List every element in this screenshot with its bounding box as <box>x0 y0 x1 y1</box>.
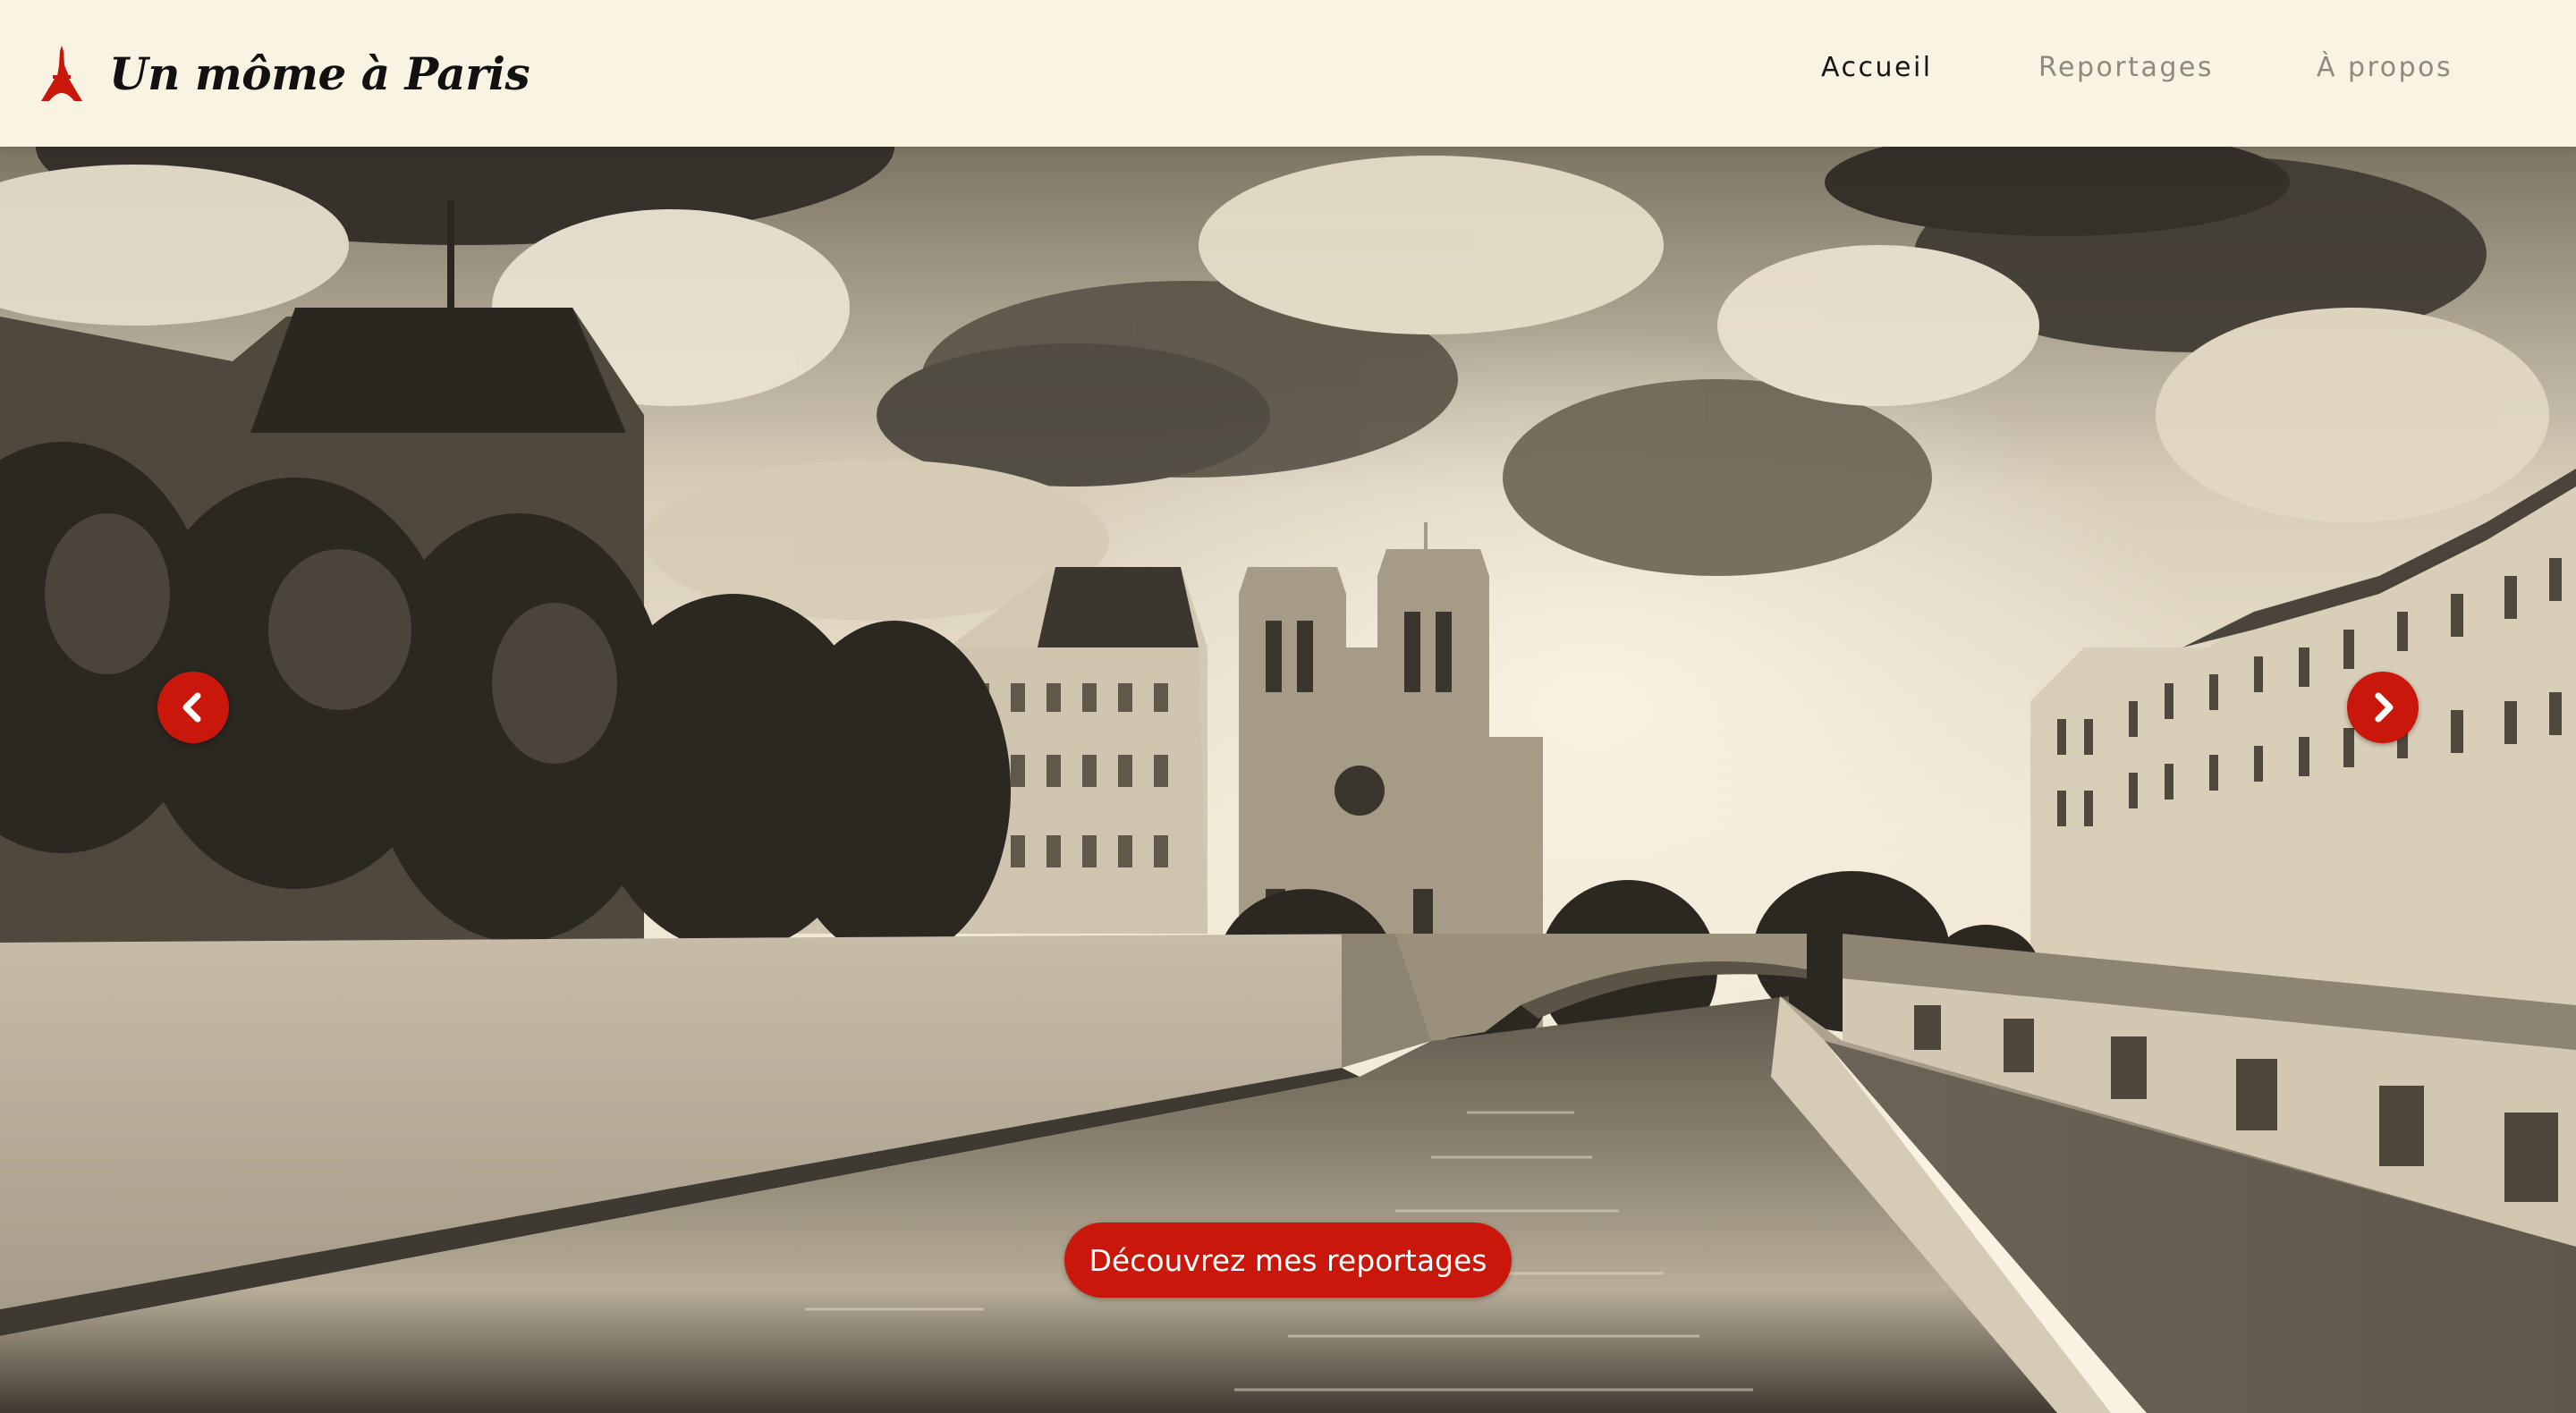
chevron-left-icon <box>178 692 208 723</box>
hero-carousel: Découvrez mes reportages <box>0 147 2576 1413</box>
carousel-prev-button[interactable] <box>157 672 229 743</box>
site-logo-link[interactable]: Un môme à Paris <box>41 39 530 107</box>
eiffel-tower-icon <box>41 46 82 101</box>
site-title: Un môme à Paris <box>109 47 530 100</box>
nav-item-reportages[interactable]: Reportages <box>2038 52 2214 83</box>
site-header: Un môme à Paris Accueil Reportages À pro… <box>0 0 2576 147</box>
chevron-right-icon <box>2368 692 2398 723</box>
nav-item-a-propos[interactable]: À propos <box>2317 52 2453 83</box>
discover-reports-button[interactable]: Découvrez mes reportages <box>1064 1223 1512 1298</box>
carousel-next-button[interactable] <box>2347 672 2419 743</box>
nav-item-accueil[interactable]: Accueil <box>1821 52 1933 83</box>
